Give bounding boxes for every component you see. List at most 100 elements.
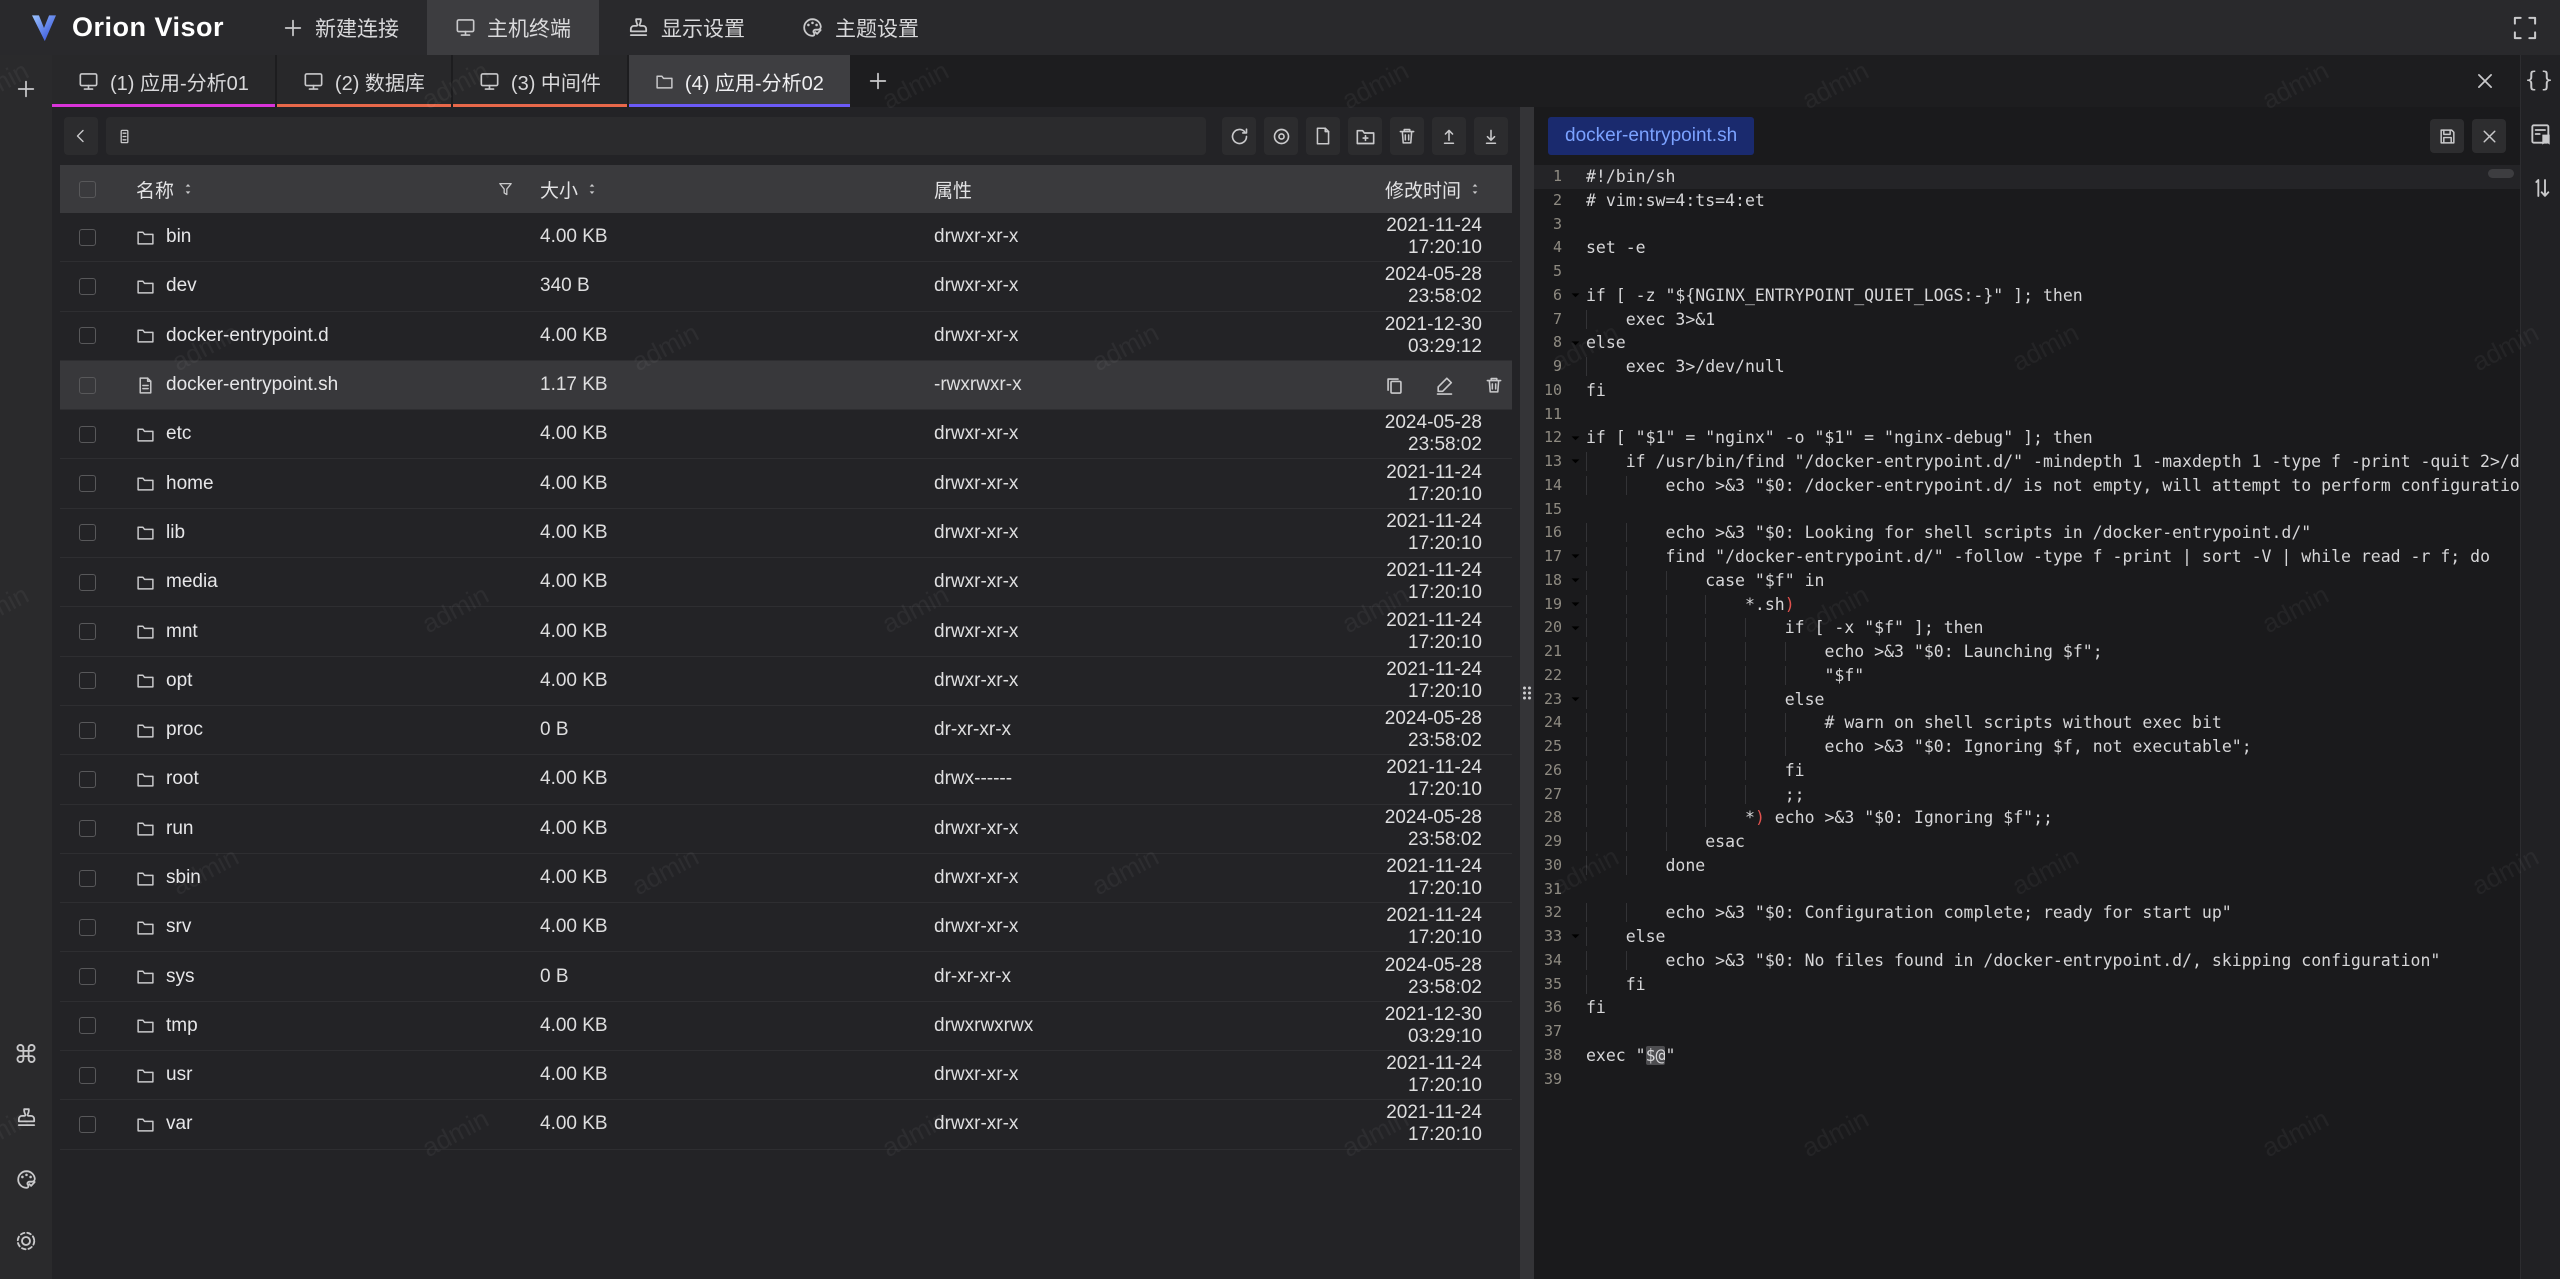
trash-button[interactable] — [1390, 117, 1424, 155]
code-line[interactable]: 36fi — [1534, 996, 2520, 1020]
table-row[interactable]: sbin4.00 KBdrwxr-xr-x2021-11-24 17:20:10 — [60, 854, 1512, 903]
row-checkbox[interactable] — [79, 377, 96, 394]
fold-toggle-icon[interactable] — [1564, 593, 1586, 617]
row-checkbox[interactable] — [79, 229, 96, 246]
code-line[interactable]: 35 fi — [1534, 973, 2520, 997]
terminal-tab-2[interactable]: (2) 数据库 — [277, 55, 451, 107]
refresh-button[interactable] — [1222, 117, 1256, 155]
table-row[interactable]: media4.00 KBdrwxr-xr-x2021-11-24 17:20:1… — [60, 558, 1512, 607]
row-checkbox[interactable] — [79, 919, 96, 936]
fold-toggle-icon[interactable] — [1564, 616, 1586, 640]
table-row[interactable]: sys0 Bdr-xr-xr-x2024-05-28 23:58:02 — [60, 952, 1512, 1001]
code-line[interactable]: 31 — [1534, 878, 2520, 902]
row-checkbox[interactable] — [79, 672, 96, 689]
row-checkbox[interactable] — [79, 524, 96, 541]
row-checkbox[interactable] — [79, 1116, 96, 1133]
code-line[interactable]: 23 else — [1534, 688, 2520, 712]
upload-button[interactable] — [1432, 117, 1466, 155]
new-folder-button[interactable] — [1348, 117, 1382, 155]
terminal-tab-1[interactable]: (1) 应用-分析01 — [52, 55, 275, 107]
table-row[interactable]: srv4.00 KBdrwxr-xr-x2021-11-24 17:20:10 — [60, 903, 1512, 952]
strip-braces-button[interactable]: {} — [2526, 65, 2556, 95]
table-row[interactable]: bin4.00 KBdrwxr-xr-x2021-11-24 17:20:10 — [60, 213, 1512, 262]
row-checkbox[interactable] — [79, 771, 96, 788]
code-line[interactable]: 19 *.sh) — [1534, 593, 2520, 617]
row-checkbox[interactable] — [79, 574, 96, 591]
sort-mtime-icon[interactable] — [1468, 182, 1482, 196]
code-line[interactable]: 33 else — [1534, 925, 2520, 949]
row-checkbox[interactable] — [79, 820, 96, 837]
row-checkbox[interactable] — [79, 1067, 96, 1084]
editor-scrollbar-thumb[interactable] — [2488, 169, 2514, 178]
fold-toggle-icon[interactable] — [1564, 284, 1586, 308]
code-line[interactable]: 16 echo >&3 "$0: Looking for shell scrip… — [1534, 521, 2520, 545]
row-action-trash-button[interactable] — [1484, 374, 1504, 396]
code-line[interactable]: 2# vim:sw=4:ts=4:et — [1534, 189, 2520, 213]
code-line[interactable]: 28 *) echo >&3 "$0: Ignoring $f";; — [1534, 806, 2520, 830]
fold-toggle-icon[interactable] — [1564, 569, 1586, 593]
eye-button[interactable] — [1264, 117, 1298, 155]
top-menu-item-2[interactable]: 主机终端 — [427, 0, 599, 55]
code-line[interactable]: 9 exec 3>/dev/null — [1534, 355, 2520, 379]
table-row[interactable]: mnt4.00 KBdrwxr-xr-x2021-11-24 17:20:10 — [60, 607, 1512, 656]
code-line[interactable]: 18 case "$f" in — [1534, 569, 2520, 593]
row-checkbox[interactable] — [79, 623, 96, 640]
code-line[interactable]: 17 find "/docker-entrypoint.d/" -follow … — [1534, 545, 2520, 569]
code-line[interactable]: 13 if /usr/bin/find "/docker-entrypoint.… — [1534, 450, 2520, 474]
table-row[interactable]: usr4.00 KBdrwxr-xr-x2021-11-24 17:20:10 — [60, 1051, 1512, 1100]
top-menu-item-4[interactable]: 主题设置 — [773, 0, 947, 55]
row-action-edit-button[interactable] — [1434, 374, 1455, 396]
code-line[interactable]: 21 echo >&3 "$0: Launching $f"; — [1534, 640, 2520, 664]
code-line[interactable]: 22 "$f" — [1534, 664, 2520, 688]
code-line[interactable]: 5 — [1534, 260, 2520, 284]
row-checkbox[interactable] — [79, 870, 96, 887]
table-row[interactable]: etc4.00 KBdrwxr-xr-x2024-05-28 23:58:02 — [60, 410, 1512, 459]
strip-swap-button[interactable] — [2526, 173, 2556, 203]
table-row[interactable]: tmp4.00 KBdrwxrwxrwx2021-12-30 03:29:10 — [60, 1002, 1512, 1051]
add-tab-button[interactable] — [852, 55, 904, 107]
close-panel-icon[interactable] — [2474, 70, 2496, 92]
code-editor[interactable]: 1#!/bin/sh2# vim:sw=4:ts=4:et34set -e56i… — [1534, 165, 2520, 1279]
code-line[interactable]: 7 exec 3>&1 — [1534, 308, 2520, 332]
table-row[interactable]: root4.00 KBdrwx------2021-11-24 17:20:10 — [60, 755, 1512, 804]
code-line[interactable]: 32 echo >&3 "$0: Configuration complete;… — [1534, 901, 2520, 925]
table-row[interactable]: docker-entrypoint.d4.00 KBdrwxr-xr-x2021… — [60, 312, 1512, 361]
code-line[interactable]: 3 — [1534, 213, 2520, 237]
row-checkbox[interactable] — [79, 327, 96, 344]
sidebar-gear-button[interactable] — [8, 1223, 44, 1259]
panel-resize-handle[interactable] — [1520, 107, 1534, 1279]
code-line[interactable]: 27 ;; — [1534, 783, 2520, 807]
path-input[interactable] — [141, 126, 1196, 147]
back-button[interactable] — [64, 117, 98, 155]
fold-toggle-icon[interactable] — [1564, 426, 1586, 450]
row-checkbox[interactable] — [79, 278, 96, 295]
select-all-checkbox[interactable] — [79, 181, 96, 198]
row-checkbox[interactable] — [79, 426, 96, 443]
fullscreen-icon[interactable] — [2512, 15, 2538, 41]
fold-toggle-icon[interactable] — [1564, 925, 1586, 949]
sidebar-plus-button[interactable] — [8, 71, 44, 107]
fold-toggle-icon[interactable] — [1564, 331, 1586, 355]
code-line[interactable]: 12if [ "$1" = "nginx" -o "$1" = "nginx-d… — [1534, 426, 2520, 450]
table-row[interactable]: docker-entrypoint.sh1.17 KB-rwxrwxr-x — [60, 361, 1512, 410]
sidebar-stamp-button[interactable] — [8, 1099, 44, 1135]
table-row[interactable]: dev340 Bdrwxr-xr-x2024-05-28 23:58:02 — [60, 262, 1512, 311]
fold-toggle-icon[interactable] — [1564, 688, 1586, 712]
code-line[interactable]: 14 echo >&3 "$0: /docker-entrypoint.d/ i… — [1534, 474, 2520, 498]
code-line[interactable]: 34 echo >&3 "$0: No files found in /dock… — [1534, 949, 2520, 973]
sort-name-icon[interactable] — [181, 182, 195, 196]
table-row[interactable]: opt4.00 KBdrwxr-xr-x2021-11-24 17:20:10 — [60, 657, 1512, 706]
table-row[interactable]: home4.00 KBdrwxr-xr-x2021-11-24 17:20:10 — [60, 459, 1512, 508]
table-row[interactable]: proc0 Bdr-xr-xr-x2024-05-28 23:58:02 — [60, 706, 1512, 755]
code-line[interactable]: 29 esac — [1534, 830, 2520, 854]
code-line[interactable]: 30 done — [1534, 854, 2520, 878]
code-line[interactable]: 6if [ -z "${NGINX_ENTRYPOINT_QUIET_LOGS:… — [1534, 284, 2520, 308]
table-row[interactable]: run4.00 KBdrwxr-xr-x2024-05-28 23:58:02 — [60, 805, 1512, 854]
filter-icon[interactable] — [497, 181, 514, 198]
code-line[interactable]: 10fi — [1534, 379, 2520, 403]
code-line[interactable]: 24 # warn on shell scripts without exec … — [1534, 711, 2520, 735]
strip-doc-bookmark-button[interactable] — [2526, 119, 2556, 149]
code-line[interactable]: 15 — [1534, 498, 2520, 522]
code-line[interactable]: 39 — [1534, 1068, 2520, 1092]
sort-size-icon[interactable] — [585, 182, 599, 196]
